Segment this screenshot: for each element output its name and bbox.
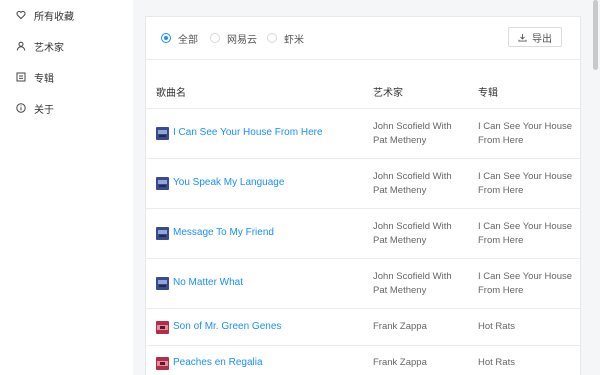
songs-panel: 全部 网易云 虾米 导出 歌曲名 艺术家 专辑 I Can See Your H… [145, 16, 581, 375]
album-cell: Hot Rats [478, 321, 515, 332]
filter-radio-netease[interactable]: 网易云 [210, 31, 257, 46]
album-cover [156, 227, 169, 240]
sidebar-item-about[interactable]: 关于 [16, 101, 54, 116]
filter-radio-xiami[interactable]: 虾米 [267, 31, 304, 46]
song-title-link[interactable]: No Matter What [173, 277, 243, 288]
column-header-album: 专辑 [478, 88, 498, 99]
table-row[interactable]: You Speak My Language John Scofield With… [146, 159, 580, 209]
radio-unselected-icon [210, 33, 220, 43]
artist-cell: Frank Zappa [373, 357, 427, 368]
album-cell: I Can See Your House From Here [478, 121, 573, 146]
user-icon [16, 41, 26, 51]
album-cover [156, 277, 169, 290]
song-title-link[interactable]: Son of Mr. Green Genes [173, 321, 281, 332]
artist-cell: John Scofield With Pat Metheny [373, 271, 452, 296]
filter-radio-all[interactable]: 全部 [161, 31, 198, 46]
artist-cell: John Scofield With Pat Metheny [373, 221, 452, 246]
radio-unselected-icon [267, 33, 277, 43]
heart-icon [16, 10, 26, 20]
export-button[interactable]: 导出 [508, 27, 562, 47]
sidebar-item-label: 关于 [34, 104, 54, 116]
radio-selected-icon [161, 33, 171, 43]
artist-cell: John Scofield With Pat Metheny [373, 121, 452, 146]
album-cell: I Can See Your House From Here [478, 271, 573, 296]
sidebar-item-label: 艺术家 [34, 42, 64, 54]
album-cover [156, 357, 169, 370]
table-row[interactable]: I Can See Your House From Here John Scof… [146, 109, 580, 159]
album-cell: Hot Rats [478, 357, 515, 368]
column-header-artist: 艺术家 [373, 88, 403, 99]
sidebar-item-label: 专辑 [34, 73, 54, 85]
table-header: 歌曲名 艺术家 专辑 [146, 59, 580, 109]
artist-cell: John Scofield With Pat Metheny [373, 171, 452, 196]
column-header-song: 歌曲名 [156, 88, 186, 99]
song-title-link[interactable]: You Speak My Language [173, 177, 284, 188]
album-cell: I Can See Your House From Here [478, 171, 573, 196]
song-title-link[interactable]: Message To My Friend [173, 227, 274, 238]
album-cover [156, 177, 169, 190]
table-row[interactable]: Son of Mr. Green Genes Frank Zappa Hot R… [146, 309, 580, 346]
scrollbar[interactable] [590, 0, 600, 375]
sidebar-item-albums[interactable]: 专辑 [16, 70, 54, 85]
sidebar-item-label: 所有收藏 [34, 11, 74, 23]
filter-bar: 全部 网易云 虾米 导出 [146, 17, 580, 60]
export-label: 导出 [532, 33, 552, 45]
album-cell: I Can See Your House From Here [478, 221, 573, 246]
song-title-link[interactable]: I Can See Your House From Here [173, 127, 323, 138]
info-icon [16, 103, 26, 113]
table-row[interactable]: No Matter What John Scofield With Pat Me… [146, 259, 580, 309]
album-icon [16, 72, 26, 82]
filter-label: 虾米 [284, 34, 304, 46]
song-title-link[interactable]: Peaches en Regalia [173, 357, 263, 368]
album-cover [156, 321, 169, 334]
sidebar-item-artists[interactable]: 艺术家 [16, 39, 64, 54]
download-icon [518, 33, 527, 42]
sidebar: 所有收藏 艺术家 专辑 关于 [0, 0, 133, 375]
scrollbar-thumb[interactable] [593, 0, 598, 70]
filter-label: 全部 [178, 34, 198, 46]
album-cover [156, 127, 169, 140]
artist-cell: Frank Zappa [373, 321, 427, 332]
table-row[interactable]: Peaches en Regalia Frank Zappa Hot Rats [146, 346, 580, 375]
table-row[interactable]: Message To My Friend John Scofield With … [146, 209, 580, 259]
filter-label: 网易云 [227, 34, 257, 46]
sidebar-item-favorites[interactable]: 所有收藏 [16, 8, 74, 23]
